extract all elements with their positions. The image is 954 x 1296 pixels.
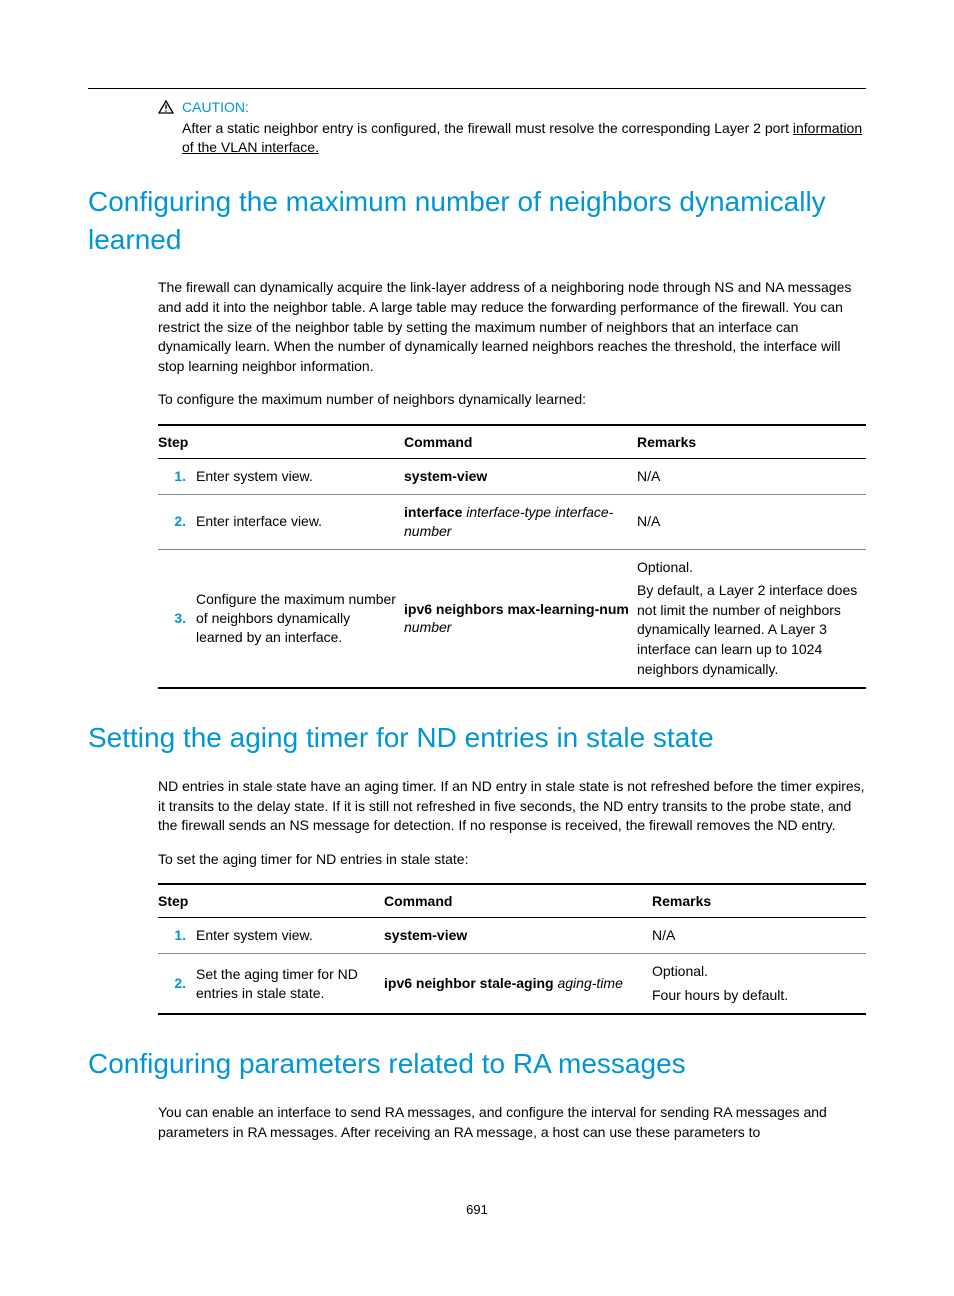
caution-header: CAUTION: <box>158 99 866 115</box>
table-header-row: Step Command Remarks <box>158 884 866 918</box>
step-number: 1. <box>158 918 196 954</box>
document-page: CAUTION: After a static neighbor entry i… <box>0 0 954 1257</box>
cmd-ital: aging-time <box>554 975 623 991</box>
step-text: Enter interface view. <box>196 494 404 549</box>
section1-table: Step Command Remarks 1. Enter system vie… <box>158 424 866 689</box>
cmd-bold: ipv6 neighbor stale-aging <box>384 975 554 991</box>
section1-para1: The firewall can dynamically acquire the… <box>158 278 866 376</box>
step-text: Set the aging timer for ND entries in st… <box>196 954 384 1015</box>
top-rule <box>88 88 866 89</box>
remarks-line2: Four hours by default. <box>652 986 858 1006</box>
caution-text-part1: After a static neighbor entry is configu… <box>182 120 793 136</box>
command-cell: ipv6 neighbors max-learning-num number <box>404 549 637 688</box>
table-row: 3. Configure the maximum number of neigh… <box>158 549 866 688</box>
section2-para1: ND entries in stale state have an aging … <box>158 777 866 836</box>
table-row: 2. Enter interface view. interface inter… <box>158 494 866 549</box>
cmd-bold: interface <box>404 504 462 520</box>
page-number: 691 <box>88 1202 866 1217</box>
remarks-cell: N/A <box>637 458 866 494</box>
remarks-line2: By default, a Layer 2 interface does not… <box>637 581 858 679</box>
command-cell: system-view <box>384 918 652 954</box>
caution-triangle-icon <box>158 100 174 114</box>
command-cell: system-view <box>404 458 637 494</box>
section2-para2: To set the aging timer for ND entries in… <box>158 850 866 870</box>
th-command: Command <box>404 425 637 459</box>
caution-label: CAUTION: <box>182 99 249 115</box>
table-row: 2. Set the aging timer for ND entries in… <box>158 954 866 1015</box>
remarks-cell: N/A <box>652 918 866 954</box>
table-row: 1. Enter system view. system-view N/A <box>158 458 866 494</box>
caution-block: CAUTION: After a static neighbor entry i… <box>158 99 866 157</box>
step-text: Enter system view. <box>196 458 404 494</box>
cmd-ital: number <box>404 619 451 635</box>
command-cell: interface interface-type interface-numbe… <box>404 494 637 549</box>
cmd-bold: system-view <box>404 468 487 484</box>
remarks-line1: Optional. <box>652 962 858 982</box>
section1-heading: Configuring the maximum number of neighb… <box>88 183 866 259</box>
step-number: 2. <box>158 494 196 549</box>
section2-heading: Setting the aging timer for ND entries i… <box>88 719 866 757</box>
table-row: 1. Enter system view. system-view N/A <box>158 918 866 954</box>
table-header-row: Step Command Remarks <box>158 425 866 459</box>
section3-para1: You can enable an interface to send RA m… <box>158 1103 866 1142</box>
th-remarks: Remarks <box>637 425 866 459</box>
remarks-cell: N/A <box>637 494 866 549</box>
caution-text: After a static neighbor entry is configu… <box>182 119 866 157</box>
section3-heading: Configuring parameters related to RA mes… <box>88 1045 866 1083</box>
section2-table: Step Command Remarks 1. Enter system vie… <box>158 883 866 1015</box>
step-number: 1. <box>158 458 196 494</box>
cmd-bold: system-view <box>384 927 467 943</box>
th-step: Step <box>158 425 404 459</box>
th-remarks: Remarks <box>652 884 866 918</box>
command-cell: ipv6 neighbor stale-aging aging-time <box>384 954 652 1015</box>
th-command: Command <box>384 884 652 918</box>
remarks-line1: Optional. <box>637 558 858 578</box>
th-step: Step <box>158 884 384 918</box>
step-number: 3. <box>158 549 196 688</box>
step-text: Configure the maximum number of neighbor… <box>196 549 404 688</box>
cmd-bold: ipv6 neighbors max-learning-num <box>404 601 629 617</box>
section1-para2: To configure the maximum number of neigh… <box>158 390 866 410</box>
step-text: Enter system view. <box>196 918 384 954</box>
step-number: 2. <box>158 954 196 1015</box>
remarks-cell: Optional. By default, a Layer 2 interfac… <box>637 549 866 688</box>
remarks-cell: Optional. Four hours by default. <box>652 954 866 1015</box>
